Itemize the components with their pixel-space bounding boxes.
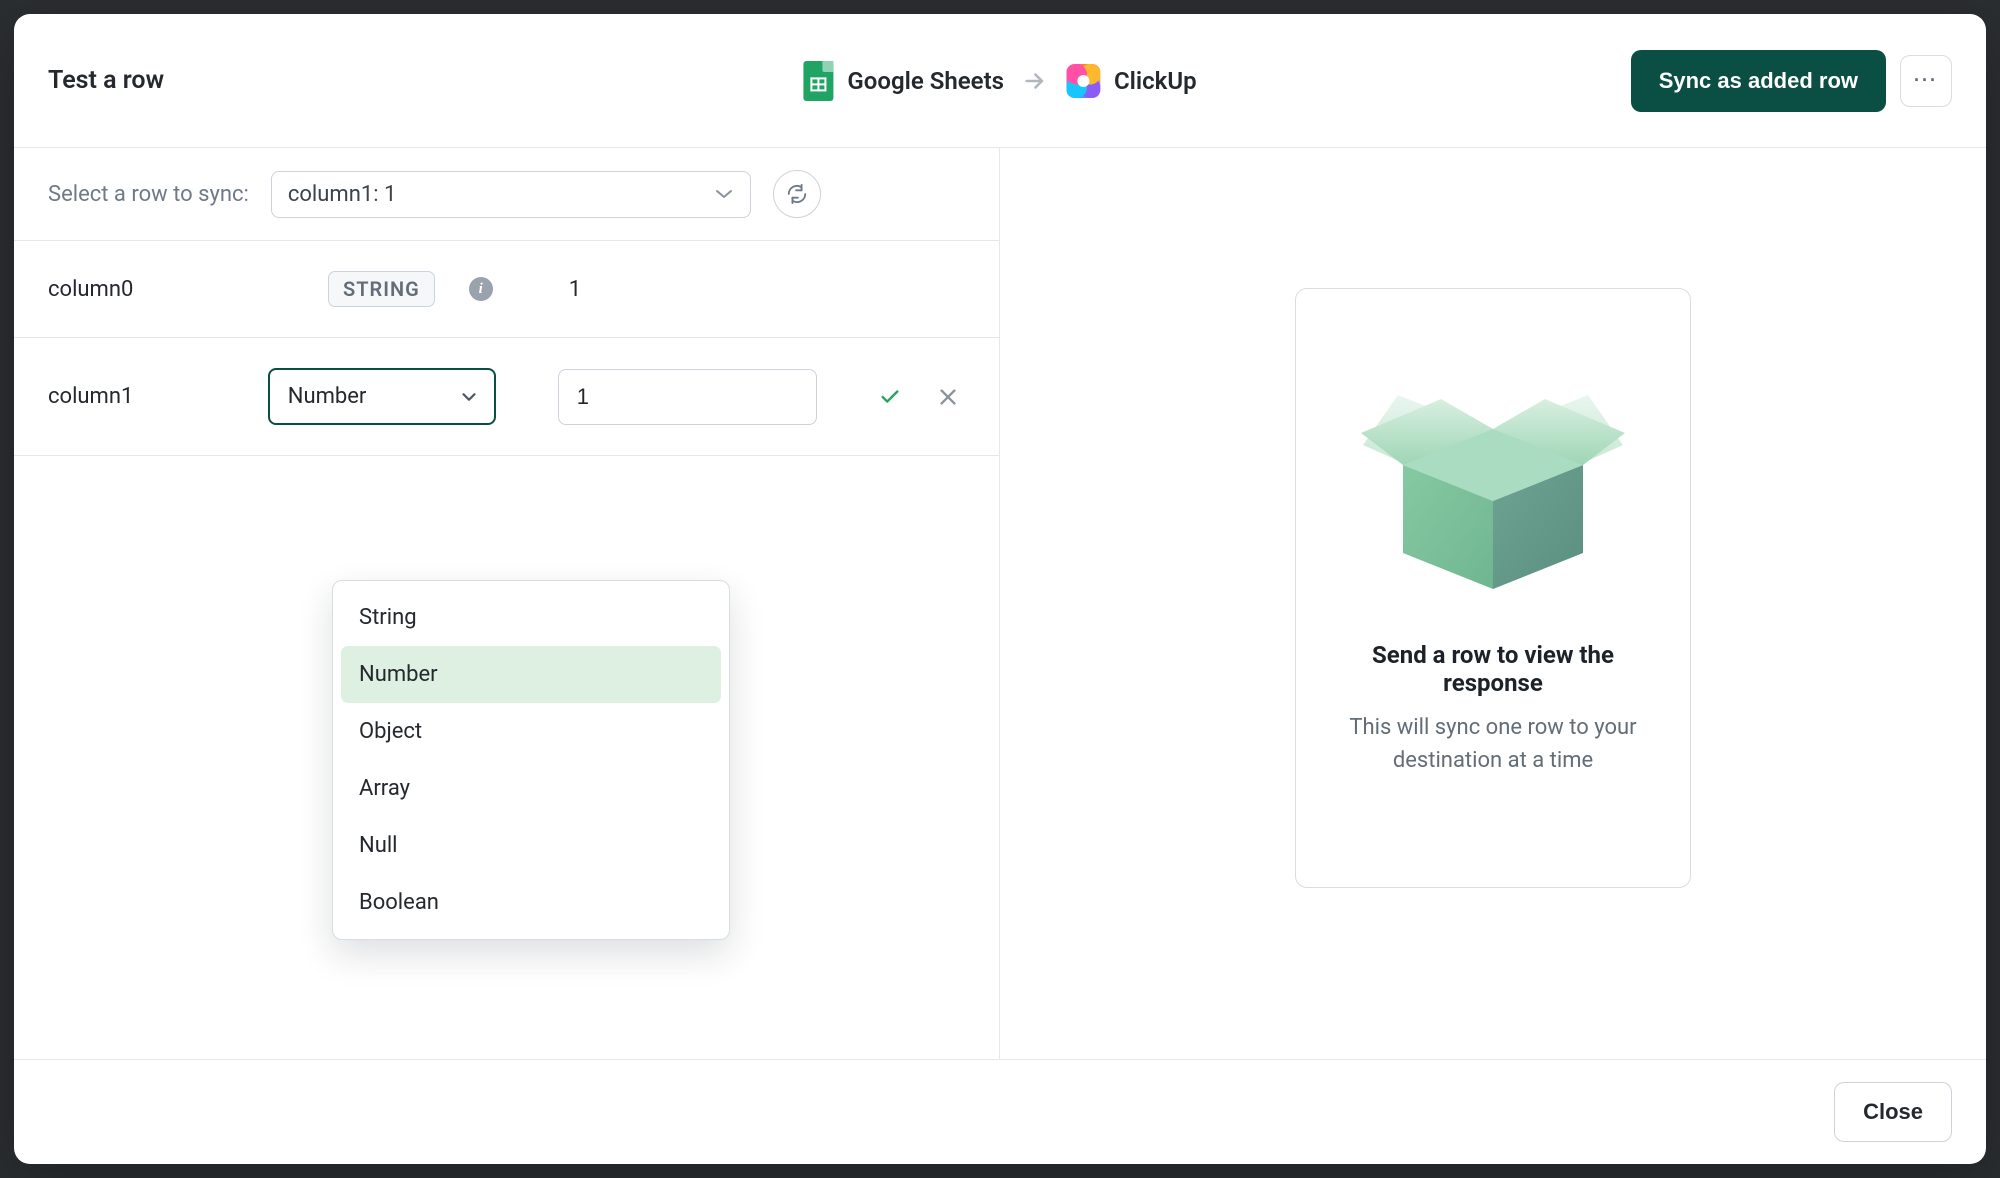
chevron-down-icon xyxy=(458,386,480,408)
row-selector-dropdown[interactable]: column1: 1 xyxy=(271,171,751,218)
type-option-null[interactable]: Null xyxy=(341,817,721,874)
header-actions: Sync as added row ··· xyxy=(1631,50,1952,112)
confirm-button[interactable] xyxy=(873,380,907,414)
type-select-value: Number xyxy=(288,384,367,409)
type-options-popup: String Number Object Array Null Boolean xyxy=(332,580,730,940)
type-option-array[interactable]: Array xyxy=(341,760,721,817)
row-selector-value: column1: 1 xyxy=(288,182,397,207)
source-app: Google Sheets xyxy=(803,61,1004,101)
modal-title: Test a row xyxy=(48,66,164,95)
sync-button[interactable]: Sync as added row xyxy=(1631,50,1886,112)
row-selector-bar: Select a row to sync: column1: 1 xyxy=(14,148,999,241)
cancel-button[interactable] xyxy=(931,380,965,414)
type-select-dropdown[interactable]: Number xyxy=(268,368,496,425)
column-name: column0 xyxy=(48,277,308,302)
info-icon[interactable]: i xyxy=(469,277,493,301)
modal-header: Test a row Google Sheets ClickUp Sync as… xyxy=(14,14,1986,148)
empty-state-card: Send a row to view the response This wil… xyxy=(1295,288,1691,888)
clickup-icon xyxy=(1066,64,1100,98)
destination-app-name: ClickUp xyxy=(1114,67,1197,95)
test-row-modal: Test a row Google Sheets ClickUp Sync as… xyxy=(14,14,1986,1164)
modal-footer: Close xyxy=(14,1059,1986,1164)
check-icon xyxy=(879,383,901,411)
empty-state-title: Send a row to view the response xyxy=(1324,641,1662,697)
more-options-button[interactable]: ··· xyxy=(1900,55,1952,107)
type-option-object[interactable]: Object xyxy=(341,703,721,760)
column-row-editing: column1 Number xyxy=(14,338,999,456)
right-pane: Send a row to view the response This wil… xyxy=(1000,148,1986,1059)
open-box-icon xyxy=(1343,345,1643,593)
chevron-down-icon xyxy=(714,188,734,200)
close-button[interactable]: Close xyxy=(1834,1082,1952,1142)
refresh-icon xyxy=(786,183,808,205)
type-badge: STRING xyxy=(328,271,435,307)
google-sheets-icon xyxy=(803,61,833,101)
empty-state-subtitle: This will sync one row to your destinati… xyxy=(1324,711,1662,777)
column-value: 1 xyxy=(569,277,581,302)
close-icon xyxy=(937,385,959,409)
column-row: column0 STRING i 1 xyxy=(14,241,999,338)
arrow-right-icon xyxy=(1022,68,1048,94)
value-input[interactable] xyxy=(558,369,817,425)
type-option-boolean[interactable]: Boolean xyxy=(341,874,721,931)
source-app-name: Google Sheets xyxy=(847,67,1004,95)
left-pane: Select a row to sync: column1: 1 column xyxy=(14,148,1000,1059)
destination-app: ClickUp xyxy=(1066,64,1197,98)
column-name: column1 xyxy=(48,384,248,409)
integration-breadcrumb: Google Sheets ClickUp xyxy=(803,61,1196,101)
type-option-number[interactable]: Number xyxy=(341,646,721,703)
type-option-string[interactable]: String xyxy=(341,589,721,646)
refresh-button[interactable] xyxy=(773,170,821,218)
modal-body: Select a row to sync: column1: 1 column xyxy=(14,148,1986,1059)
row-selector-label: Select a row to sync: xyxy=(48,182,249,207)
